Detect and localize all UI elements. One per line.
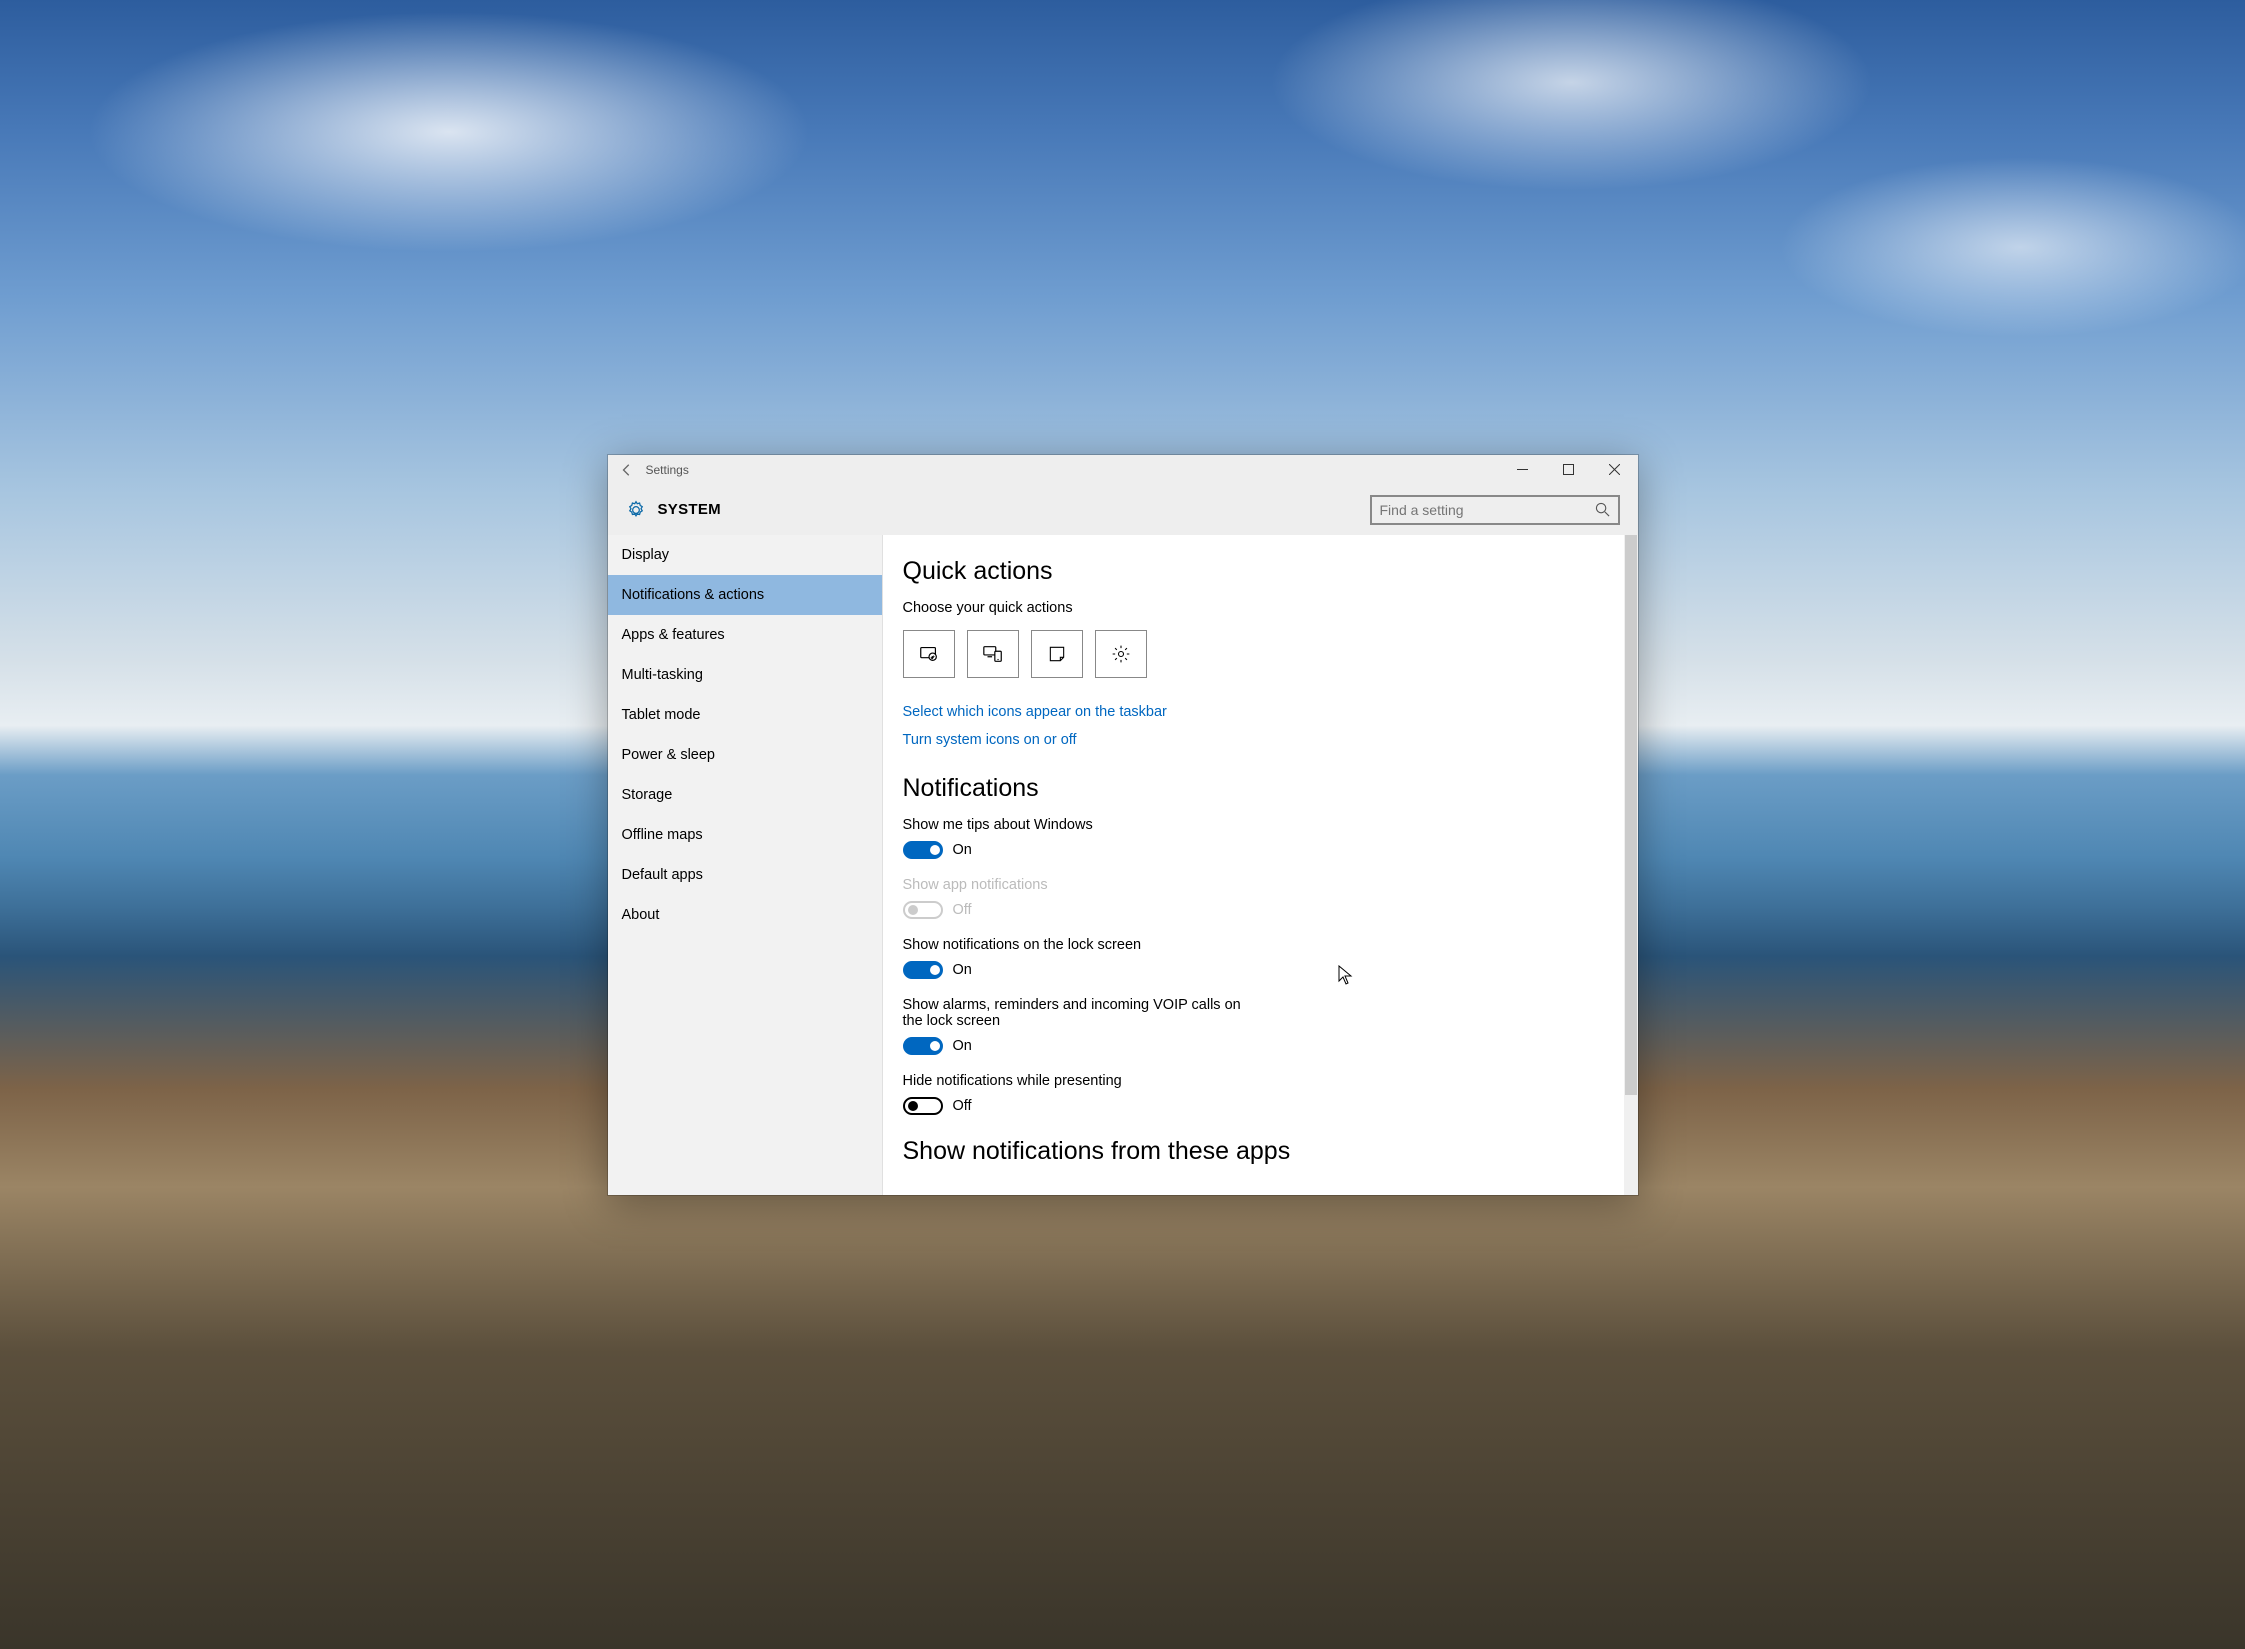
- toggle-control: Off: [903, 901, 1463, 919]
- quick-action-connect[interactable]: [967, 630, 1019, 678]
- sidebar-item-storage[interactable]: Storage: [608, 775, 882, 815]
- search-box[interactable]: [1370, 495, 1620, 525]
- arrow-left-icon: [620, 463, 634, 477]
- system-icons-link[interactable]: Turn system icons on or off: [903, 732, 1463, 748]
- search-input[interactable]: [1380, 502, 1595, 518]
- back-button[interactable]: [620, 463, 646, 477]
- maximize-button[interactable]: [1546, 455, 1592, 485]
- mouse-cursor: [1338, 965, 1352, 985]
- sidebar-item-notifications-actions[interactable]: Notifications & actions: [608, 575, 882, 615]
- toggle-label: Hide notifications while presenting: [903, 1073, 1263, 1089]
- sidebar-item-multi-tasking[interactable]: Multi-tasking: [608, 655, 882, 695]
- gear-icon: [626, 500, 646, 520]
- sidebar-item-about[interactable]: About: [608, 895, 882, 935]
- toggle-label: Show notifications on the lock screen: [903, 937, 1263, 953]
- toggle-row: Show app notifications Off: [903, 877, 1463, 919]
- close-button[interactable]: [1592, 455, 1638, 485]
- toggle-control: On: [903, 841, 1463, 859]
- sidebar-item-default-apps[interactable]: Default apps: [608, 855, 882, 895]
- toggle-state-text: Off: [953, 1098, 972, 1114]
- sidebar-item-tablet-mode[interactable]: Tablet mode: [608, 695, 882, 735]
- toggle-control: On: [903, 1037, 1463, 1055]
- header: SYSTEM: [608, 485, 1638, 535]
- settings-window: Settings SYSTEM DisplayNotifications & a…: [608, 455, 1638, 1195]
- apps-heading: Show notifications from these apps: [903, 1137, 1463, 1166]
- toggle-state-text: On: [953, 962, 972, 978]
- quick-actions-subtext: Choose your quick actions: [903, 600, 1463, 616]
- toggle-switch[interactable]: [903, 961, 943, 979]
- scrollbar-thumb[interactable]: [1625, 535, 1637, 1095]
- search-icon: [1595, 502, 1610, 517]
- sidebar-item-display[interactable]: Display: [608, 535, 882, 575]
- close-icon: [1609, 464, 1620, 475]
- note-icon: [1047, 644, 1067, 664]
- minimize-icon: [1517, 464, 1528, 475]
- toggle-row: Hide notifications while presenting Off: [903, 1073, 1463, 1115]
- toggle-state-text: On: [953, 1038, 972, 1054]
- toggle-label: Show alarms, reminders and incoming VOIP…: [903, 997, 1263, 1029]
- quick-actions-heading: Quick actions: [903, 557, 1463, 586]
- toggle-row: Show notifications on the lock screen On: [903, 937, 1463, 979]
- toggle-switch[interactable]: [903, 1097, 943, 1115]
- toggle-switch[interactable]: [903, 841, 943, 859]
- titlebar: Settings: [608, 455, 1638, 485]
- gear-icon: [1111, 644, 1131, 664]
- toggle-row: Show alarms, reminders and incoming VOIP…: [903, 997, 1463, 1055]
- quick-action-tablet[interactable]: [903, 630, 955, 678]
- taskbar-icons-link[interactable]: Select which icons appear on the taskbar: [903, 704, 1463, 720]
- notifications-heading: Notifications: [903, 774, 1463, 803]
- quick-action-tiles: [903, 630, 1463, 678]
- sidebar: DisplayNotifications & actionsApps & fea…: [608, 535, 883, 1195]
- toggle-state-text: On: [953, 842, 972, 858]
- toggle-label: Show me tips about Windows: [903, 817, 1263, 833]
- toggle-control: Off: [903, 1097, 1463, 1115]
- maximize-icon: [1563, 464, 1574, 475]
- sidebar-item-power-sleep[interactable]: Power & sleep: [608, 735, 882, 775]
- quick-action-settings[interactable]: [1095, 630, 1147, 678]
- category-title: SYSTEM: [658, 501, 721, 518]
- sidebar-item-apps-features[interactable]: Apps & features: [608, 615, 882, 655]
- minimize-button[interactable]: [1500, 455, 1546, 485]
- tablet-mode-icon: [918, 643, 940, 665]
- sidebar-item-offline-maps[interactable]: Offline maps: [608, 815, 882, 855]
- toggle-switch[interactable]: [903, 1037, 943, 1055]
- toggle-switch: [903, 901, 943, 919]
- connect-icon: [982, 643, 1004, 665]
- window-title: Settings: [646, 463, 689, 477]
- quick-action-note[interactable]: [1031, 630, 1083, 678]
- toggle-row: Show me tips about Windows On: [903, 817, 1463, 859]
- toggle-label: Show app notifications: [903, 877, 1263, 893]
- toggle-state-text: Off: [953, 902, 972, 918]
- toggle-control: On: [903, 961, 1463, 979]
- scrollbar[interactable]: [1624, 535, 1638, 1195]
- content: Quick actions Choose your quick actions: [883, 535, 1638, 1195]
- body: DisplayNotifications & actionsApps & fea…: [608, 535, 1638, 1195]
